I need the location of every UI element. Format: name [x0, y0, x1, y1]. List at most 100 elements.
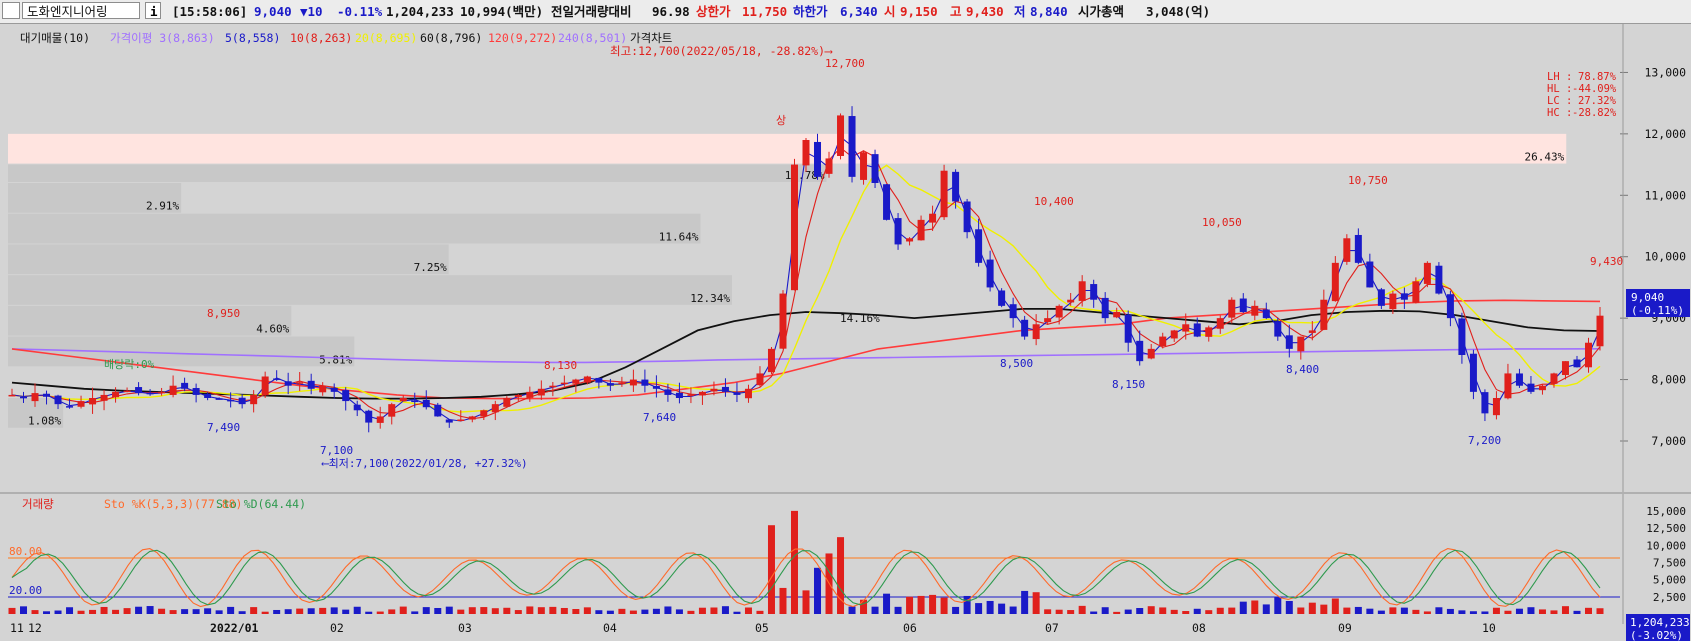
- date-label: 02: [330, 621, 344, 635]
- volume-bar: [227, 606, 235, 614]
- candle-body: [883, 184, 891, 220]
- volume-tick-label: 12,500: [1646, 522, 1686, 535]
- volume-bar: [1308, 602, 1316, 614]
- volume-bar: [1044, 609, 1052, 614]
- info-button[interactable]: i: [145, 2, 161, 19]
- candle-body: [1561, 361, 1569, 376]
- volume-profile-band: [8, 336, 355, 367]
- volume-bar: [1389, 607, 1397, 614]
- quote-time: [15:58:06]: [172, 4, 248, 19]
- date-label: 11: [10, 621, 24, 635]
- current-volume-change: (-3.02%): [1630, 629, 1683, 641]
- volume-bar: [1251, 600, 1259, 614]
- candle-body: [1182, 324, 1190, 332]
- candle-body: [526, 391, 534, 398]
- volume-bar: [1331, 598, 1339, 614]
- stat-lh: 78.87%: [1578, 71, 1617, 83]
- volume-bar: [1366, 608, 1374, 614]
- candle-body: [767, 348, 775, 373]
- candle-body: [503, 398, 511, 407]
- volume-profile-band: [8, 133, 1567, 164]
- volume-bar: [468, 607, 476, 614]
- volume-bar: [560, 607, 568, 614]
- volume-bar: [296, 608, 304, 614]
- volume-bar: [975, 603, 983, 614]
- volume-bar: [1182, 611, 1190, 614]
- stock-name-field[interactable]: 도화엔지니어링: [22, 2, 140, 19]
- candle-body: [1090, 284, 1098, 300]
- volume-bar: [756, 610, 764, 614]
- candle-body: [1550, 373, 1558, 384]
- candle-body: [20, 396, 28, 399]
- label-10750: 10,750: [1348, 174, 1388, 187]
- date-label: 03: [458, 621, 472, 635]
- candle-body: [1170, 330, 1178, 339]
- volume-bar: [112, 609, 120, 614]
- candle-body: [894, 218, 902, 245]
- volume-bar: [894, 606, 902, 614]
- stock-chart[interactable]: 1.08% 5.81% 4.60% 12.34% 7.25% 11.64% 2.91% 26.…: [0, 24, 1691, 641]
- candle-body: [929, 213, 937, 223]
- sto-80-label: 80.00: [9, 545, 42, 558]
- volume-bar: [687, 610, 695, 614]
- candle-body: [1044, 318, 1052, 323]
- volume-bar: [1481, 611, 1489, 614]
- volume-bar: [837, 537, 845, 614]
- date-label: 2022/01: [210, 621, 259, 635]
- candle-body: [77, 401, 85, 407]
- volume-bar: [1170, 609, 1178, 614]
- legend-price-chart: 가격차트: [630, 31, 672, 45]
- candle-body: [1596, 315, 1604, 347]
- volume-bar: [457, 609, 465, 614]
- volume-profile-pct: 7.25%: [414, 261, 447, 274]
- price-tick-label: 12,000: [1644, 127, 1686, 141]
- candle-body: [514, 394, 522, 398]
- volume-bar: [710, 607, 718, 614]
- volume-bar: [181, 609, 189, 614]
- volume-bar: [89, 609, 97, 614]
- volume-bar: [906, 596, 914, 614]
- volume-bar: [330, 607, 338, 614]
- legend-ma10: 10(8,263): [290, 31, 352, 45]
- quote-change-pct: -0.11%: [337, 4, 383, 19]
- volume-bar: [158, 608, 166, 614]
- candle-body: [353, 404, 361, 411]
- candle-body: [307, 380, 315, 389]
- candle-body: [1297, 336, 1305, 352]
- date-label: 07: [1045, 621, 1059, 635]
- volume-bar: [1469, 611, 1477, 614]
- volume-bar: [503, 607, 511, 614]
- price-tick-label: 10,000: [1644, 250, 1686, 264]
- volume-bar: [1412, 609, 1420, 614]
- volume-bar: [250, 607, 258, 614]
- candle-body: [975, 229, 983, 263]
- candle-body: [399, 398, 407, 402]
- volume-bar: [629, 610, 637, 614]
- candle-body: [1147, 348, 1155, 359]
- candle-body: [1032, 324, 1040, 340]
- volume-bar: [376, 611, 384, 614]
- volume-bar: [1573, 610, 1581, 614]
- candle-body: [1274, 321, 1282, 337]
- label-8130: 8,130: [544, 359, 577, 372]
- candle-body: [1021, 319, 1029, 337]
- volume-bar: [319, 607, 327, 614]
- volume-bar: [1527, 607, 1535, 614]
- volume-bar: [733, 611, 741, 614]
- candle-body: [100, 394, 108, 401]
- current-price: 9,040: [1631, 291, 1664, 304]
- candle-body: [1262, 309, 1270, 319]
- label-8150: 8,150: [1112, 378, 1145, 391]
- volume-bar: [986, 600, 994, 614]
- candle-body: [802, 140, 810, 166]
- candle-body: [238, 397, 246, 405]
- price-tick-label: 13,000: [1644, 65, 1686, 79]
- volume-bar: [480, 607, 488, 614]
- candle-body: [1389, 293, 1397, 310]
- market-cap-label: 시가총액: [1078, 4, 1125, 19]
- volume-bar: [721, 606, 729, 614]
- date-label: 06: [903, 621, 917, 635]
- volume-bar: [1078, 605, 1086, 614]
- volume-bar: [1492, 607, 1500, 614]
- candle-body: [89, 398, 97, 405]
